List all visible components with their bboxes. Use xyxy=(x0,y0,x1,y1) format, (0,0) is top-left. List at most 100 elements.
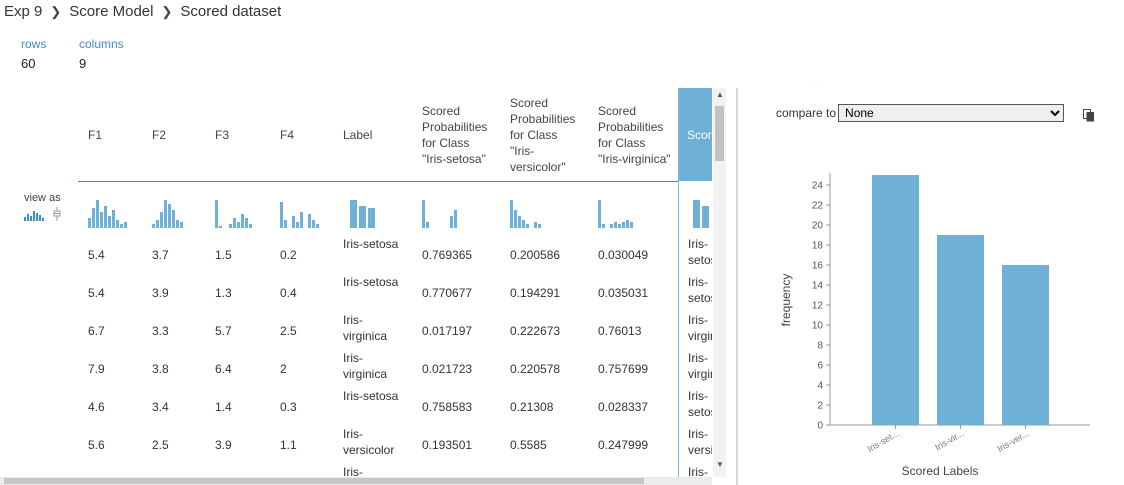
histogram-f2[interactable] xyxy=(152,198,194,228)
cell-prob-setosa: 0.017197 xyxy=(422,324,473,338)
breadcrumb: Exp 9 ❯ Score Model ❯ Scored dataset xyxy=(4,3,281,20)
boxplot-view-icon[interactable] xyxy=(53,207,61,221)
x-axis-label: Scored Labels xyxy=(902,464,979,478)
histogram-prob-versicolor[interactable] xyxy=(510,198,552,228)
column-header-scored-labels[interactable]: Scored Labels xyxy=(679,88,712,181)
y-tick-label: 10 xyxy=(812,321,824,332)
cell-prob-virginica: 0.028337 xyxy=(598,400,649,414)
y-tick-label: 2 xyxy=(817,401,823,412)
y-tick-label: 20 xyxy=(812,221,824,232)
y-tick-label: 24 xyxy=(812,181,824,192)
bar-3 xyxy=(1002,265,1049,425)
cell-scored-labels: Iris-setosa xyxy=(688,237,712,267)
cell-f2: 3.7 xyxy=(152,248,169,262)
column-header-label[interactable]: Label xyxy=(343,88,403,181)
cell-label: Iris-virginica xyxy=(343,351,388,381)
cell-prob-virginica: 0.035031 xyxy=(598,286,649,300)
cell-prob-versicolor: 0.220578 xyxy=(510,362,561,376)
histogram-f3[interactable] xyxy=(215,198,257,228)
y-tick-label: 16 xyxy=(812,261,824,272)
cell-prob-virginica: 0.757699 xyxy=(598,362,649,376)
histogram-prob-virginica[interactable] xyxy=(598,198,640,228)
horizontal-scrollbar[interactable] xyxy=(0,477,712,485)
cell-scored-labels: Iris- xyxy=(688,465,708,477)
cell-f1: 5.6 xyxy=(88,438,105,452)
breadcrumb-item-module[interactable]: Score Model xyxy=(69,3,153,20)
compare-to-select[interactable]: None xyxy=(838,104,1065,122)
cell-f3: 5.7 xyxy=(215,324,232,338)
cell-prob-virginica: 0.247999 xyxy=(598,438,649,452)
cell-scored-labels: Iris-setosa xyxy=(688,389,712,419)
scored-labels-bar-chart: 024681012141618202224Iris-set... Iris-vir… xyxy=(779,173,1090,478)
histogram-f4[interactable] xyxy=(280,198,322,228)
column-header-prob-versicolor[interactable]: Scored Probabilities for Class "Iris-ver… xyxy=(510,88,584,181)
column-header-f3[interactable]: F3 xyxy=(215,88,265,181)
cell-f2: 3.9 xyxy=(152,286,169,300)
histogram-label[interactable] xyxy=(350,198,380,228)
horizontal-scroll-thumb[interactable] xyxy=(4,478,644,484)
column-header-f4[interactable]: F4 xyxy=(280,88,330,181)
columns-value: 9 xyxy=(79,56,87,71)
bar-1 xyxy=(872,175,919,425)
cell-f3: 1.5 xyxy=(215,248,232,262)
pane-divider[interactable] xyxy=(736,88,738,485)
chevron-right-icon: ❯ xyxy=(50,3,62,19)
cell-f3: 6.4 xyxy=(215,362,232,376)
cell-f1: 7.9 xyxy=(88,362,105,376)
cell-prob-setosa: 0.770677 xyxy=(422,286,473,300)
cell-prob-setosa: 0.021723 xyxy=(422,362,473,376)
statistics-header-clipped xyxy=(808,76,818,86)
cell-f3: 3.9 xyxy=(215,438,232,452)
cell-prob-virginica: 0.76013 xyxy=(598,324,642,338)
cell-label: Iris-setosa xyxy=(343,237,399,251)
column-header-f2[interactable]: F2 xyxy=(152,88,202,181)
x-tick-label: Iris-ver... xyxy=(996,428,1031,454)
y-tick-label: 8 xyxy=(817,341,823,352)
cell-prob-setosa: 0.758583 xyxy=(422,400,473,414)
histogram-scored-labels[interactable] xyxy=(693,198,712,228)
cell-f4: 2 xyxy=(280,362,287,376)
histogram-prob-setosa[interactable] xyxy=(422,198,464,228)
cell-f2: 3.8 xyxy=(152,362,169,376)
column-header-prob-setosa[interactable]: Scored Probabilities for Class "Iris-set… xyxy=(422,88,496,181)
x-tick-label: Iris-vir... xyxy=(933,428,965,452)
cell-f3: 1.4 xyxy=(215,400,232,414)
cell-f1: 5.4 xyxy=(88,248,105,262)
header-divider xyxy=(78,181,712,182)
cell-f4: 2.5 xyxy=(280,324,297,338)
breadcrumb-item-current: Scored dataset xyxy=(180,3,282,20)
cell-label: Iris-setosa xyxy=(343,275,399,289)
rows-value: 60 xyxy=(21,56,36,71)
cell-f1: 6.7 xyxy=(88,324,105,338)
scroll-down-arrow-icon[interactable]: ▼ xyxy=(716,460,724,469)
cell-f1: 5.4 xyxy=(88,286,105,300)
column-header-f1[interactable]: F1 xyxy=(88,88,138,181)
cell-label: Iris-setosa xyxy=(343,389,399,403)
histogram-view-icon[interactable] xyxy=(24,209,44,221)
data-grid: F1 F2 F3 F4 Label Scored Probabilities f… xyxy=(78,88,712,477)
cell-prob-setosa: 0.769365 xyxy=(422,248,473,262)
vertical-scrollbar[interactable]: ▲ ▼ xyxy=(713,88,726,477)
y-tick-label: 14 xyxy=(812,281,824,292)
cell-f4: 0.3 xyxy=(280,400,297,414)
column-scored-labels[interactable]: Scored Labels Iris-setosa Iris-setosa Iris… xyxy=(678,88,712,477)
breadcrumb-item-experiment[interactable]: Exp 9 xyxy=(4,3,42,20)
copy-icon[interactable] xyxy=(1083,109,1095,122)
cell-f4: 0.2 xyxy=(280,248,297,262)
histogram-f1[interactable] xyxy=(88,198,130,228)
column-header-prob-virginica[interactable]: Scored Probabilities for Class "Iris-vir… xyxy=(598,88,672,181)
cell-f4: 0.4 xyxy=(280,286,297,300)
cell-f3: 1.3 xyxy=(215,286,232,300)
y-tick-label: 22 xyxy=(812,201,824,212)
rows-label: rows xyxy=(21,37,47,51)
rows-stat: rows 60 xyxy=(21,37,46,71)
view-as-label: view as xyxy=(24,192,61,204)
view-as-control: view as xyxy=(24,192,61,221)
columns-stat: columns 9 xyxy=(79,37,124,71)
scroll-up-arrow-icon[interactable]: ▲ xyxy=(716,90,724,99)
cell-prob-versicolor: 0.200586 xyxy=(510,248,561,262)
y-tick-label: 4 xyxy=(817,381,823,392)
y-tick-label: 18 xyxy=(812,241,824,252)
y-tick-label: 12 xyxy=(812,301,824,312)
vertical-scroll-thumb[interactable] xyxy=(715,106,724,161)
